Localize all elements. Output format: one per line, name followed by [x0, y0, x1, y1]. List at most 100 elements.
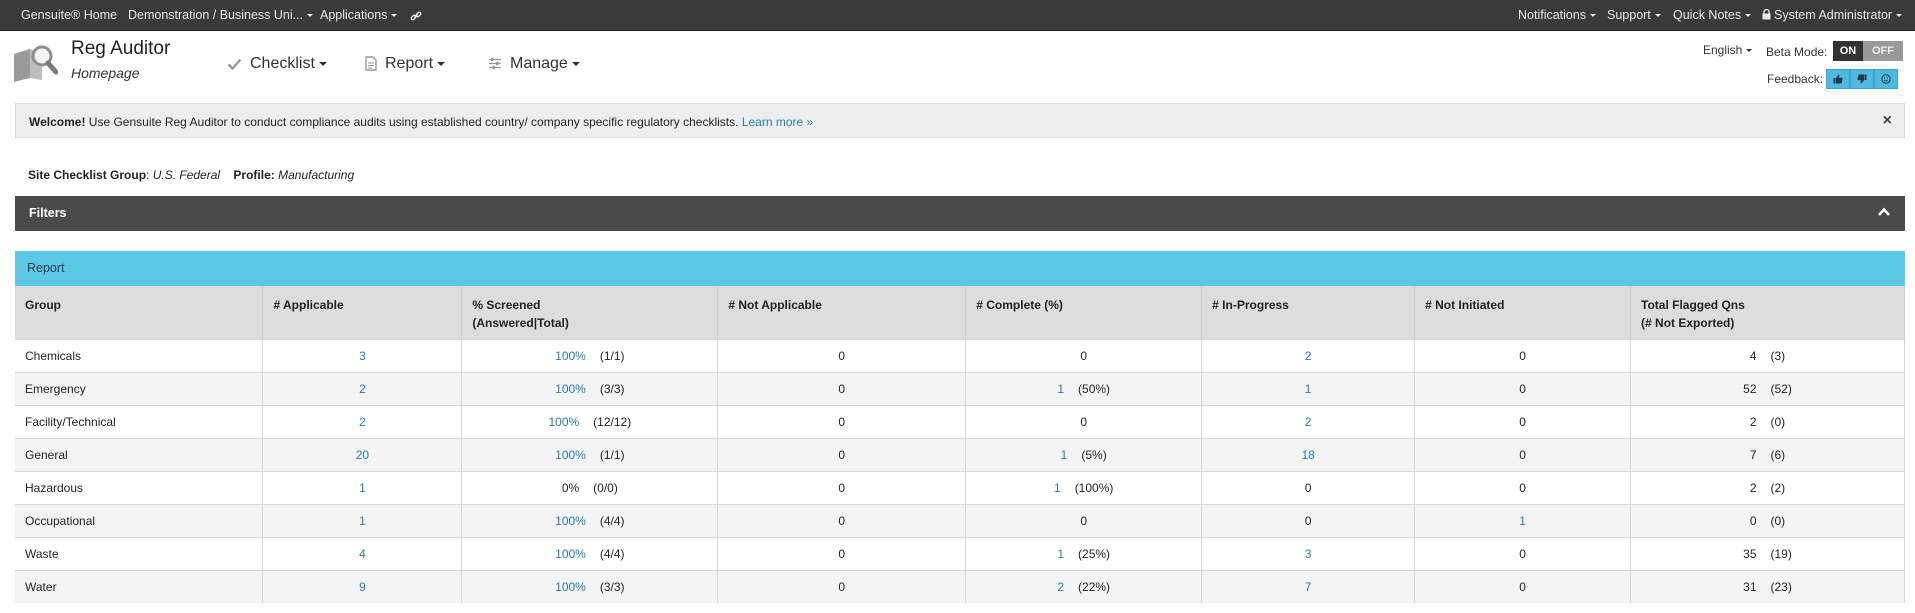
chevron-up-icon[interactable]	[1877, 205, 1891, 219]
applicable-count[interactable]: 1	[359, 481, 366, 495]
screened-percent[interactable]: 100%	[555, 349, 586, 363]
thumbs-down-button[interactable]	[1850, 69, 1874, 89]
support-label: Support	[1607, 8, 1651, 22]
manage-menu[interactable]: Manage	[488, 55, 580, 73]
table-cell: Facility/Technical	[15, 404, 264, 438]
checklist-menu[interactable]: Checklist	[227, 55, 327, 73]
smiley-icon	[1881, 74, 1891, 84]
group-name: Waste	[25, 546, 59, 561]
user-menu[interactable]: System Administrator	[1762, 0, 1903, 31]
table-cell: 0% (0/0)	[461, 470, 719, 504]
beta-off-button[interactable]: OFF	[1863, 41, 1903, 61]
thumbs-up-button[interactable]	[1826, 69, 1850, 89]
applicable-count[interactable]: 2	[359, 382, 366, 396]
table-cell: 100% (3/3)	[461, 371, 719, 405]
complete-count[interactable]: 1	[1057, 382, 1064, 396]
complete-count[interactable]: 1	[1054, 481, 1061, 495]
complete-percent: (50%)	[1078, 381, 1111, 396]
close-icon[interactable]: ×	[1883, 112, 1892, 130]
screened-percent[interactable]: 100%	[555, 514, 586, 528]
table-cell: 2	[262, 404, 463, 438]
table-cell: 35 (19)	[1630, 536, 1905, 570]
report-menu[interactable]: Report	[365, 55, 446, 73]
in-progress-count[interactable]: 7	[1305, 580, 1312, 594]
beta-mode-toggle[interactable]: ON OFF	[1833, 41, 1903, 61]
not-initiated-count: 0	[1519, 414, 1526, 429]
not-applicable-count: 0	[838, 513, 846, 528]
table-cell: 4	[262, 536, 463, 570]
in-progress-count[interactable]: 2	[1305, 415, 1312, 429]
table-cell: 1	[1414, 503, 1632, 537]
applicable-count[interactable]: 4	[359, 547, 366, 561]
table-cell: 2 (0)	[1630, 404, 1905, 438]
report-table: Group # Applicable % Screened (Answered|Tot…	[15, 286, 1905, 603]
table-cell: 0	[717, 338, 967, 372]
screened-percent[interactable]: 100%	[555, 547, 586, 561]
table-cell: 100% (3/3)	[461, 569, 719, 603]
screened-detail: (1/1)	[599, 447, 625, 462]
applicable-count[interactable]: 2	[359, 415, 366, 429]
table-cell: 0	[717, 503, 967, 537]
notifications-menu[interactable]: Notifications	[1518, 0, 1597, 31]
support-menu[interactable]: Support	[1607, 0, 1661, 31]
group-name: Chemicals	[25, 348, 82, 363]
not-initiated-count: 0	[1519, 579, 1526, 594]
welcome-message: Welcome! Use Gensuite Reg Auditor to con…	[29, 115, 813, 129]
table-cell: 0	[1414, 338, 1632, 372]
welcome-bold: Welcome!	[29, 115, 86, 129]
table-row: Emergency 2 100% (3/3) 0 1 (50%) 1 0 52 (52)	[15, 371, 1905, 405]
thumbs-up-icon	[1833, 74, 1843, 84]
not-applicable-count: 0	[838, 447, 846, 462]
thumbs-down-icon	[1857, 74, 1867, 84]
table-cell: General	[15, 437, 264, 471]
table-cell: 18	[1201, 437, 1416, 471]
quick-notes-menu[interactable]: Quick Notes	[1673, 0, 1752, 31]
table-cell: 100% (12/12)	[461, 404, 719, 438]
in-progress-count: 0	[1304, 480, 1312, 495]
in-progress-count[interactable]: 2	[1305, 349, 1312, 363]
column-header-label: # Applicable	[273, 298, 344, 312]
applicable-count[interactable]: 1	[359, 514, 366, 528]
smiley-button[interactable]	[1874, 69, 1898, 89]
applicable-count[interactable]: 3	[359, 349, 366, 363]
applicable-count[interactable]: 20	[356, 448, 369, 462]
not-initiated-count[interactable]: 1	[1519, 514, 1526, 528]
table-cell: 0	[1201, 470, 1416, 504]
in-progress-count[interactable]: 1	[1305, 382, 1312, 396]
screened-percent[interactable]: 100%	[555, 580, 586, 594]
screened-detail: (4/4)	[599, 513, 625, 528]
table-row: Hazardous 1 0% (0/0) 0 1 (100%) 0 0 2 (2)	[15, 470, 1905, 504]
org-selector[interactable]: Demonstration / Business Uni...	[128, 0, 314, 31]
table-cell: 0	[965, 503, 1203, 537]
table-cell: 2 (22%)	[965, 569, 1203, 603]
flagged-not-exported: (6)	[1770, 447, 1786, 462]
language-selector[interactable]: English	[1703, 43, 1753, 57]
screened-percent: 0%	[561, 480, 580, 495]
applicable-count[interactable]: 9	[359, 580, 366, 594]
table-cell: 0	[717, 404, 967, 438]
screened-detail: (3/3)	[599, 381, 625, 396]
learn-more-link[interactable]: Learn more »	[742, 115, 813, 129]
complete-count[interactable]: 2	[1057, 580, 1064, 594]
table-cell: 0	[965, 338, 1203, 372]
complete-count[interactable]: 1	[1057, 547, 1064, 561]
complete-count: 0	[1080, 348, 1088, 363]
screened-percent[interactable]: 100%	[555, 448, 586, 462]
applications-menu[interactable]: Applications	[320, 0, 398, 31]
screened-percent[interactable]: 100%	[555, 382, 586, 396]
complete-count[interactable]: 1	[1061, 448, 1068, 462]
caret-down-icon	[437, 61, 446, 66]
screened-percent[interactable]: 100%	[548, 415, 579, 429]
table-row: Water 9 100% (3/3) 0 2 (22%) 7 0 31 (23)	[15, 569, 1905, 603]
not-applicable-count: 0	[838, 546, 846, 561]
table-cell: 0	[717, 470, 967, 504]
table-cell: 7 (6)	[1630, 437, 1905, 471]
beta-on-button[interactable]: ON	[1833, 41, 1863, 61]
link-icon-button[interactable]	[410, 0, 422, 31]
group-name: Facility/Technical	[25, 414, 116, 429]
gensuite-home-link[interactable]: Gensuite® Home	[21, 0, 117, 31]
in-progress-count[interactable]: 3	[1305, 547, 1312, 561]
in-progress-count[interactable]: 18	[1301, 448, 1314, 462]
filters-panel-header[interactable]: Filters	[15, 196, 1905, 231]
caret-down-icon	[571, 61, 580, 66]
